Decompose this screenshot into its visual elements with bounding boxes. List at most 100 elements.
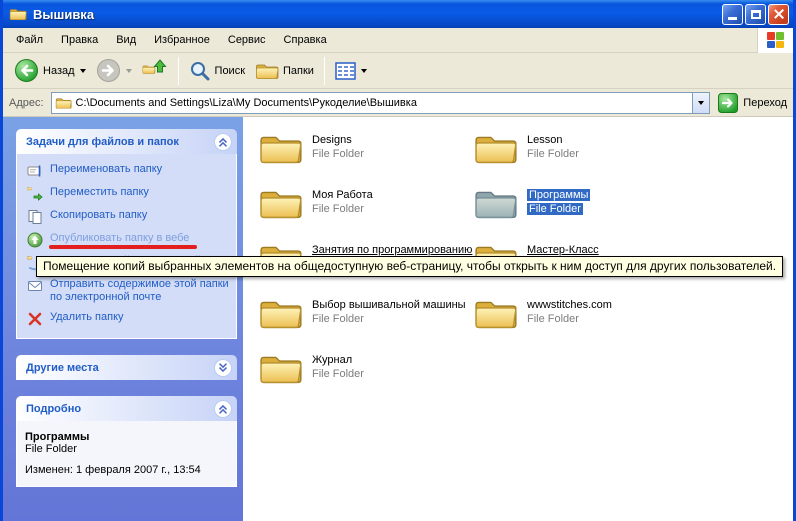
details-item-type: File Folder — [25, 443, 228, 455]
tasks-panel-title: Задачи для файлов и папок — [26, 136, 179, 148]
folder-name: Выбор вышивальной машины — [312, 299, 466, 311]
folder-name: wwwstitches.com — [527, 299, 612, 311]
task-delete-folder[interactable]: Удалить папку — [27, 311, 230, 327]
minimize-icon — [728, 17, 737, 20]
folder-icon — [258, 130, 303, 167]
task-move-folder[interactable]: Переместить папку — [27, 186, 230, 202]
task-email-folder[interactable]: Отправить содержимое этой папки по элект… — [27, 278, 230, 304]
back-dropdown-icon[interactable] — [80, 69, 86, 73]
expand-button[interactable] — [214, 359, 232, 377]
folder-name: Моя Работа — [312, 189, 373, 201]
chevron-up-icon — [216, 402, 230, 416]
task-label: Отправить содержимое этой папки по элект… — [50, 278, 230, 304]
menu-bar: Файл Правка Вид Избранное Сервис Справка — [3, 28, 793, 53]
forward-dropdown-icon[interactable] — [126, 69, 132, 73]
other-places-panel: Другие места — [16, 355, 237, 380]
folder-tile-designs[interactable]: Designs File Folder — [258, 130, 473, 185]
task-copy-folder[interactable]: Скопировать папку — [27, 209, 230, 225]
folder-icon — [258, 185, 303, 222]
details-body: Программы File Folder Изменен: 1 февраля… — [16, 421, 237, 487]
close-icon — [773, 8, 785, 20]
other-places-header[interactable]: Другие места — [16, 355, 237, 380]
address-bar: Адрес: Переход — [3, 89, 793, 117]
task-label: Скопировать папку — [50, 209, 147, 222]
folder-type: File Folder — [527, 313, 579, 325]
views-icon — [335, 62, 356, 80]
task-rename-folder[interactable]: Переименовать папку — [27, 163, 230, 179]
details-item-modified: Изменен: 1 февраля 2007 г., 13:54 — [25, 464, 228, 476]
copy-icon — [27, 209, 43, 225]
up-folder-icon — [142, 59, 168, 83]
menu-help[interactable]: Справка — [275, 30, 336, 50]
task-label: Опубликовать папку в вебе — [50, 232, 189, 245]
menu-edit[interactable]: Правка — [52, 30, 107, 50]
delete-icon — [27, 311, 43, 327]
folder-tile-zhurnal[interactable]: Журнал File Folder — [258, 350, 473, 405]
forward-icon — [96, 58, 121, 83]
folders-label: Папки — [283, 65, 314, 77]
go-label: Переход — [743, 97, 787, 109]
address-dropdown[interactable] — [692, 93, 709, 113]
go-button[interactable]: Переход — [718, 93, 787, 113]
folders-button[interactable]: Папки — [250, 58, 319, 84]
folder-icon — [473, 130, 518, 167]
task-label: Переименовать папку — [50, 163, 162, 176]
back-button[interactable]: Назад — [9, 55, 91, 86]
windows-flag-icon — [767, 32, 785, 48]
folder-tile-wwwstitches[interactable]: wwwstitches.com File Folder — [473, 295, 688, 350]
folder-icon — [473, 295, 518, 332]
task-publish-folder[interactable]: Опубликовать папку в вебе — [27, 232, 230, 248]
folder-tile-moya-rabota[interactable]: Моя Работа File Folder — [258, 185, 473, 240]
views-dropdown-icon[interactable] — [361, 69, 367, 73]
title-bar: Вышивка — [3, 0, 793, 28]
folder-type: File Folder — [527, 203, 583, 215]
maximize-icon — [751, 10, 761, 19]
menu-file[interactable]: Файл — [7, 30, 52, 50]
toolbar-separator — [178, 57, 179, 85]
search-button[interactable]: Поиск — [184, 57, 250, 85]
task-pane: Задачи для файлов и папок Переименовать … — [3, 117, 243, 521]
tasks-panel-header[interactable]: Задачи для файлов и папок — [16, 129, 237, 154]
up-button[interactable] — [137, 56, 173, 86]
toolbar-separator — [324, 57, 325, 85]
address-box — [51, 92, 711, 114]
search-icon — [189, 60, 211, 82]
folder-name: Lesson — [527, 134, 562, 146]
folder-name: Журнал — [312, 354, 352, 366]
collapse-button[interactable] — [214, 133, 232, 151]
details-panel: Подробно Программы File Folder Изменен: … — [16, 396, 237, 487]
folder-name: Designs — [312, 134, 352, 146]
folder-name: Мастер-Класс — [527, 244, 599, 256]
folder-tile-vybor-mashiny[interactable]: Выбор вышивальной машины File Folder — [258, 295, 473, 350]
address-folder-icon — [55, 96, 72, 110]
minimize-button[interactable] — [722, 4, 743, 25]
folder-icon — [258, 350, 303, 387]
close-button[interactable] — [768, 4, 789, 25]
views-button[interactable] — [330, 59, 372, 83]
folder-type: File Folder — [312, 313, 364, 325]
details-item-name: Программы — [25, 431, 228, 443]
maximize-button[interactable] — [745, 4, 766, 25]
folder-name: Занятия по программированию — [312, 244, 472, 256]
details-title: Подробно — [26, 403, 81, 415]
folders-icon — [255, 61, 279, 81]
address-input[interactable] — [76, 97, 693, 109]
tasks-panel-body: Переименовать папку Переместить папку — [16, 154, 237, 339]
forward-button[interactable] — [91, 55, 137, 86]
window-folder-icon — [9, 6, 27, 22]
details-header[interactable]: Подробно — [16, 396, 237, 421]
collapse-button[interactable] — [214, 400, 232, 418]
chevron-down-icon — [216, 361, 230, 375]
folder-tile-programmy[interactable]: Программы File Folder — [473, 185, 688, 240]
tooltip: Помещение копий выбранных элементов на о… — [36, 256, 783, 277]
rename-icon — [27, 163, 43, 179]
folder-type: File Folder — [312, 203, 364, 215]
tasks-panel: Задачи для файлов и папок Переименовать … — [16, 129, 237, 339]
menu-favorites[interactable]: Избранное — [145, 30, 219, 50]
menu-view[interactable]: Вид — [107, 30, 145, 50]
publish-web-icon — [27, 232, 43, 248]
task-label: Переместить папку — [50, 186, 149, 199]
folder-icon — [258, 295, 303, 332]
folder-tile-lesson[interactable]: Lesson File Folder — [473, 130, 688, 185]
menu-tools[interactable]: Сервис — [219, 30, 275, 50]
